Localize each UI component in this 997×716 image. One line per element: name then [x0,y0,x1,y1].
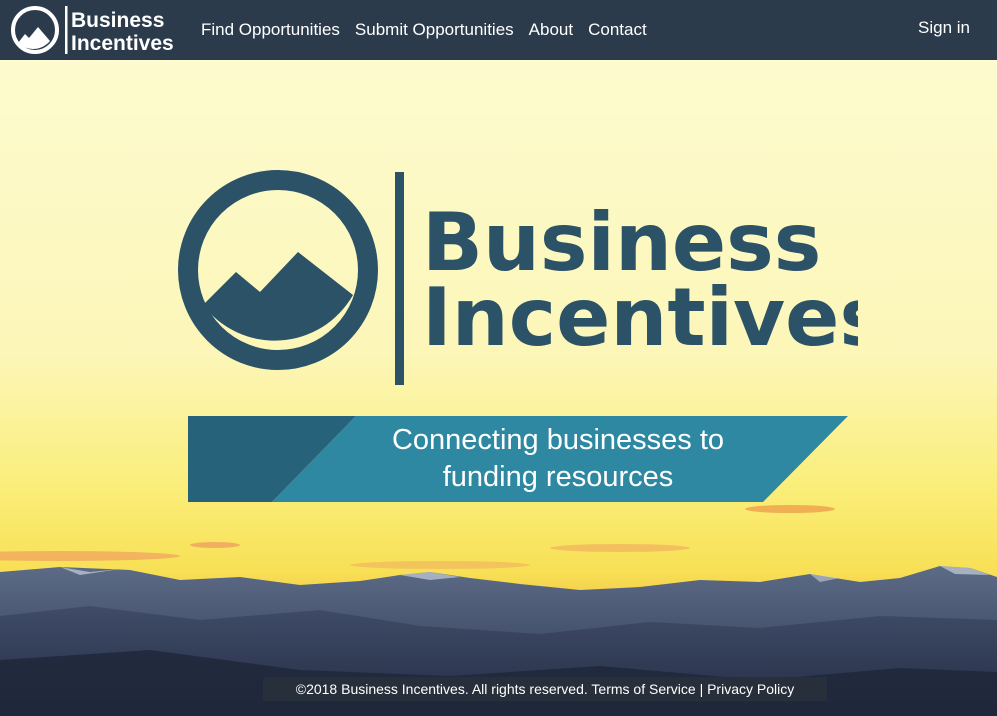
footer-bar: ©2018 Business Incentives. All rights re… [263,677,827,701]
privacy-policy-link[interactable]: Privacy Policy [707,681,794,697]
footer-separator: | [699,681,704,697]
brand-name-line2: Incentives [71,32,174,55]
footer-copyright: ©2018 Business Incentives. All rights re… [295,681,588,697]
tagline-line2: funding resources [442,461,674,493]
brand-name-line1: Business [71,9,164,32]
top-navbar: Business Incentives Find Opportunities S… [0,0,997,60]
hero-section: Business Incentives Connecting businesse… [0,60,997,716]
nav-contact[interactable]: Contact [588,20,647,40]
tagline-line1: Connecting businesses to [391,424,725,456]
nav-links: Find Opportunities Submit Opportunities … [201,0,662,60]
terms-of-service-link[interactable]: Terms of Service [591,681,695,697]
sign-in-link[interactable]: Sign in [918,18,970,38]
nav-find-opportunities[interactable]: Find Opportunities [201,20,340,40]
nav-submit-opportunities[interactable]: Submit Opportunities [355,20,514,40]
tagline-text: Connecting businesses to funding resourc… [270,422,846,496]
hero-logo: Business Incentives [178,170,858,385]
nav-about[interactable]: About [529,20,573,40]
brand-logo[interactable]: Business Incentives [10,5,178,55]
hero-brand-line2: Incentives [422,271,858,364]
